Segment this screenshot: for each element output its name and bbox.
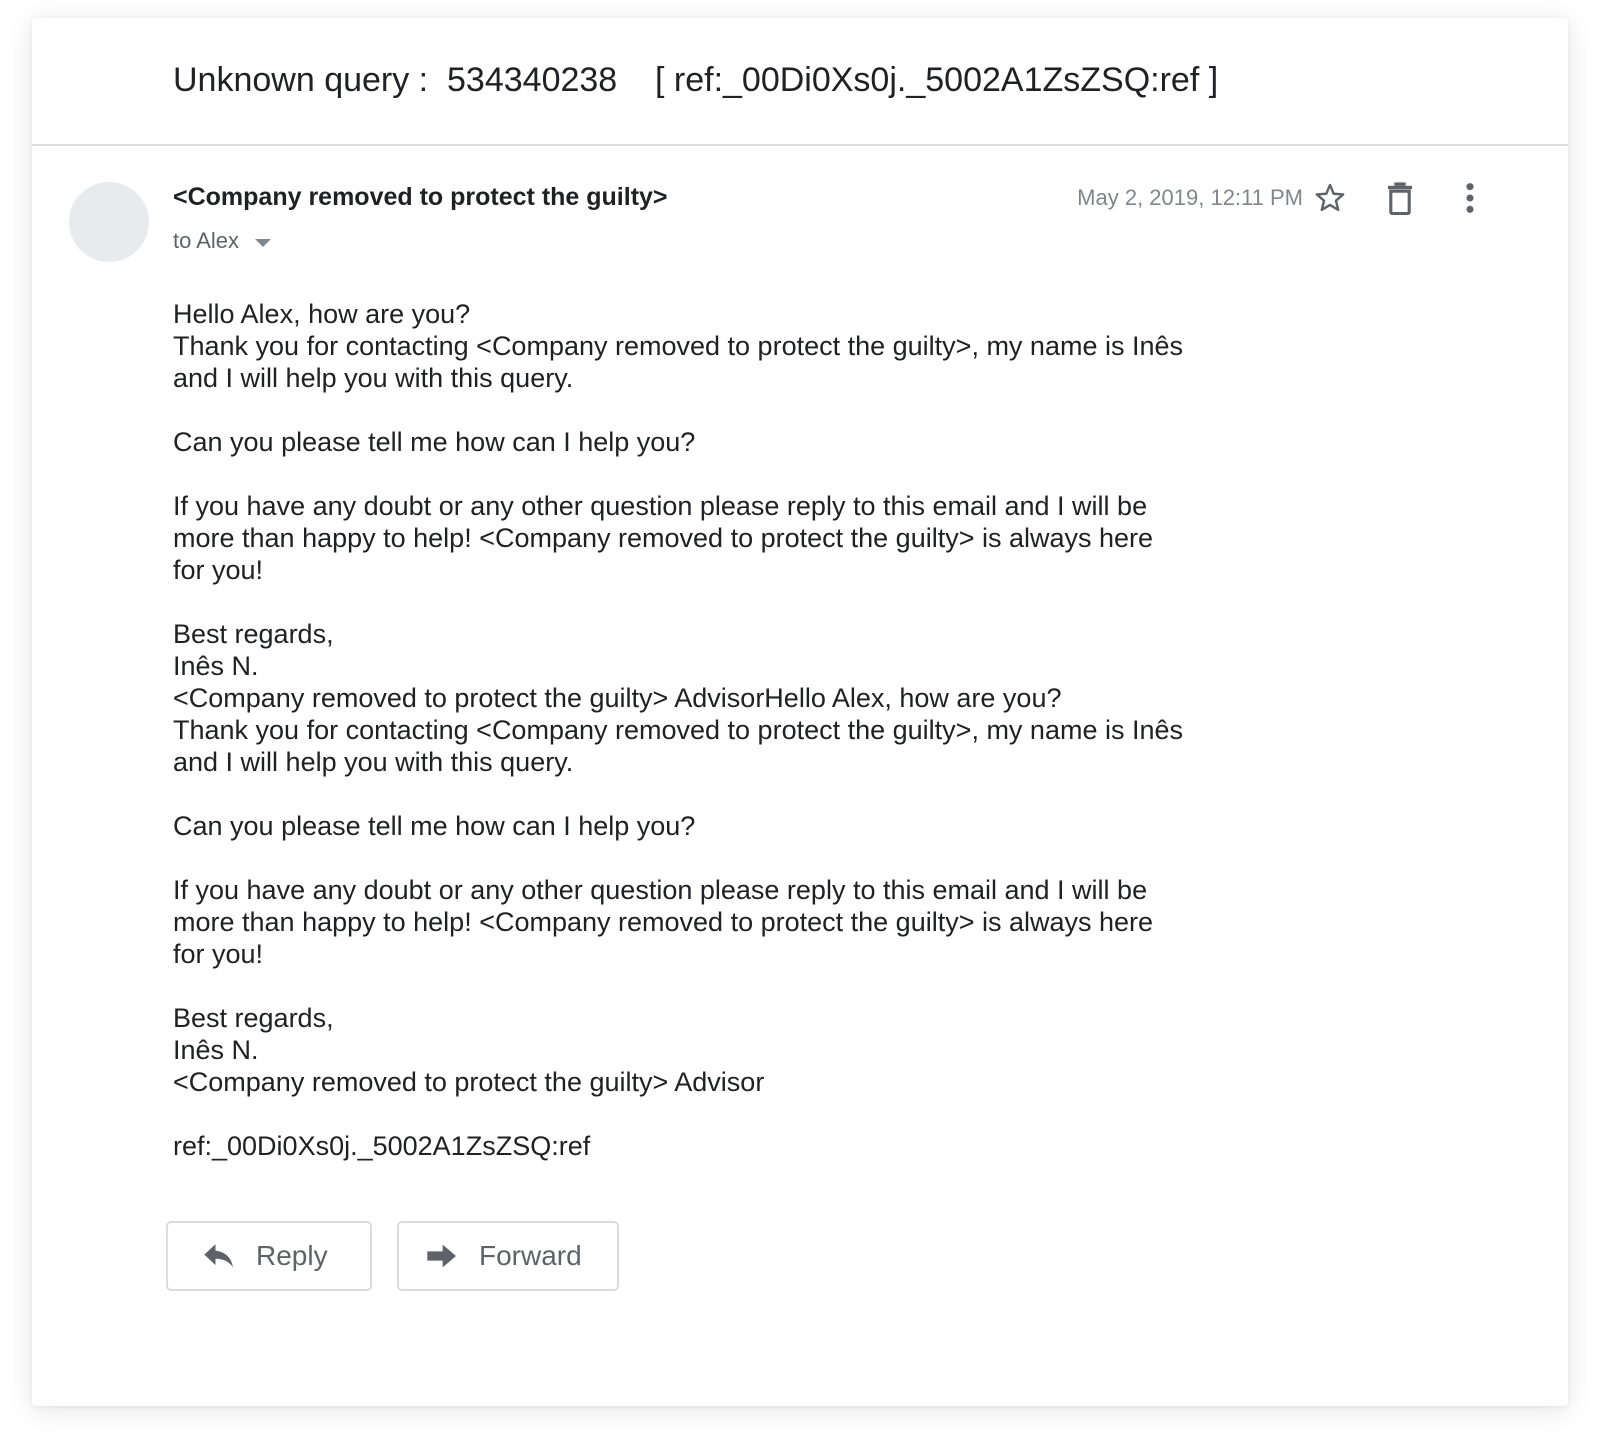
body-paragraph: If you have any doubt or any other quest… xyxy=(173,874,1233,970)
reply-label: Reply xyxy=(256,1240,328,1271)
body-line: and I will help you with this query. xyxy=(173,747,574,777)
body-line: Thank you for contacting <Company remove… xyxy=(173,715,1184,745)
body-paragraph: Best regards, Inês N. <Company removed t… xyxy=(173,1002,1233,1098)
body-line: If you have any doubt or any other quest… xyxy=(173,875,1148,905)
body-line: If you have any doubt or any other quest… xyxy=(173,491,1148,521)
email-card: Unknown query : 534340238 [ ref:_00Di0Xs… xyxy=(32,18,1568,1406)
recipient-label: to Alex xyxy=(173,228,240,253)
reply-icon xyxy=(202,1241,236,1271)
body-paragraph: Hello Alex, how are you? Thank you for c… xyxy=(173,298,1233,394)
body-paragraph: Can you please tell me how can I help yo… xyxy=(173,810,1233,842)
body-line: Can you please tell me how can I help yo… xyxy=(173,427,696,457)
body-line: more than happy to help! <Company remove… xyxy=(173,907,1154,937)
body-line: for you! xyxy=(173,555,264,585)
email-body: Hello Alex, how are you? Thank you for c… xyxy=(173,298,1233,1194)
body-line: Hello Alex, how are you? xyxy=(173,299,471,329)
more-vert-icon xyxy=(1466,183,1474,213)
sender-name[interactable]: <Company removed to protect the guilty> xyxy=(173,181,668,213)
body-paragraph: Can you please tell me how can I help yo… xyxy=(173,426,1233,458)
more-options-button[interactable] xyxy=(1448,176,1492,220)
body-line: <Company removed to protect the guilty> … xyxy=(173,1067,765,1097)
forward-label: Forward xyxy=(479,1240,582,1271)
reply-button[interactable]: Reply xyxy=(166,1221,372,1291)
email-subject: Unknown query : 534340238 [ ref:_00Di0Xs… xyxy=(173,61,1219,99)
chevron-down-icon[interactable] xyxy=(255,239,272,247)
body-line: Thank you for contacting <Company remove… xyxy=(173,331,1184,361)
body-line: and I will help you with this query. xyxy=(173,363,574,393)
body-line: for you! xyxy=(173,939,264,969)
body-line: Best regards, xyxy=(173,1003,334,1033)
body-paragraph: ref:_00Di0Xs0j._5002A1ZsZSQ:ref xyxy=(173,1130,1233,1162)
email-timestamp: May 2, 2019, 12:11 PM xyxy=(1077,185,1303,210)
forward-button[interactable]: Forward xyxy=(397,1221,619,1291)
star-button[interactable] xyxy=(1308,176,1352,220)
subject-header: Unknown query : 534340238 [ ref:_00Di0Xs… xyxy=(32,18,1568,146)
body-line: <Company removed to protect the guilty> … xyxy=(173,683,1062,713)
star-icon xyxy=(1315,183,1345,212)
sender-avatar[interactable] xyxy=(69,182,149,262)
reference-line: ref:_00Di0Xs0j._5002A1ZsZSQ:ref xyxy=(173,1131,591,1161)
body-paragraph: Best regards, Inês N. <Company removed t… xyxy=(173,618,1233,778)
trash-icon xyxy=(1387,182,1413,215)
forward-icon xyxy=(425,1241,459,1271)
body-line: Best regards, xyxy=(173,619,334,649)
body-line: Inês N. xyxy=(173,1035,259,1065)
delete-button[interactable] xyxy=(1378,176,1422,220)
recipient-details-toggle[interactable]: to Alex xyxy=(173,226,272,256)
body-paragraph: If you have any doubt or any other quest… xyxy=(173,490,1233,586)
body-line: more than happy to help! <Company remove… xyxy=(173,523,1154,553)
message-actions: Reply Forward xyxy=(166,1221,619,1291)
body-line: Inês N. xyxy=(173,651,259,681)
body-line: Can you please tell me how can I help yo… xyxy=(173,811,696,841)
